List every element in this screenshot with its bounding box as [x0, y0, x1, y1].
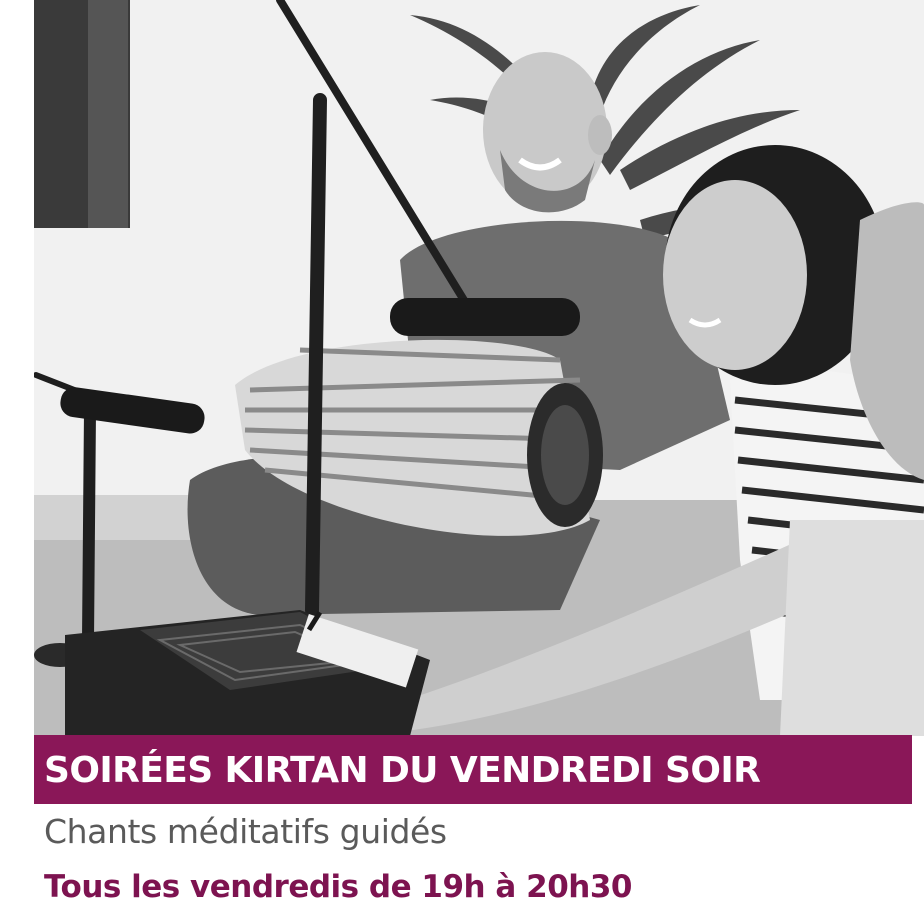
event-schedule: Tous les vendredis de 19h à 20h30 — [44, 869, 632, 905]
event-title: SOIRÉES KIRTAN DU VENDREDI SOIR — [44, 750, 761, 791]
title-banner: SOIRÉES KIRTAN DU VENDREDI SOIR — [34, 735, 912, 804]
kirtan-musicians-photo — [34, 0, 924, 736]
event-subtitle: Chants méditatifs guidés — [44, 812, 447, 851]
